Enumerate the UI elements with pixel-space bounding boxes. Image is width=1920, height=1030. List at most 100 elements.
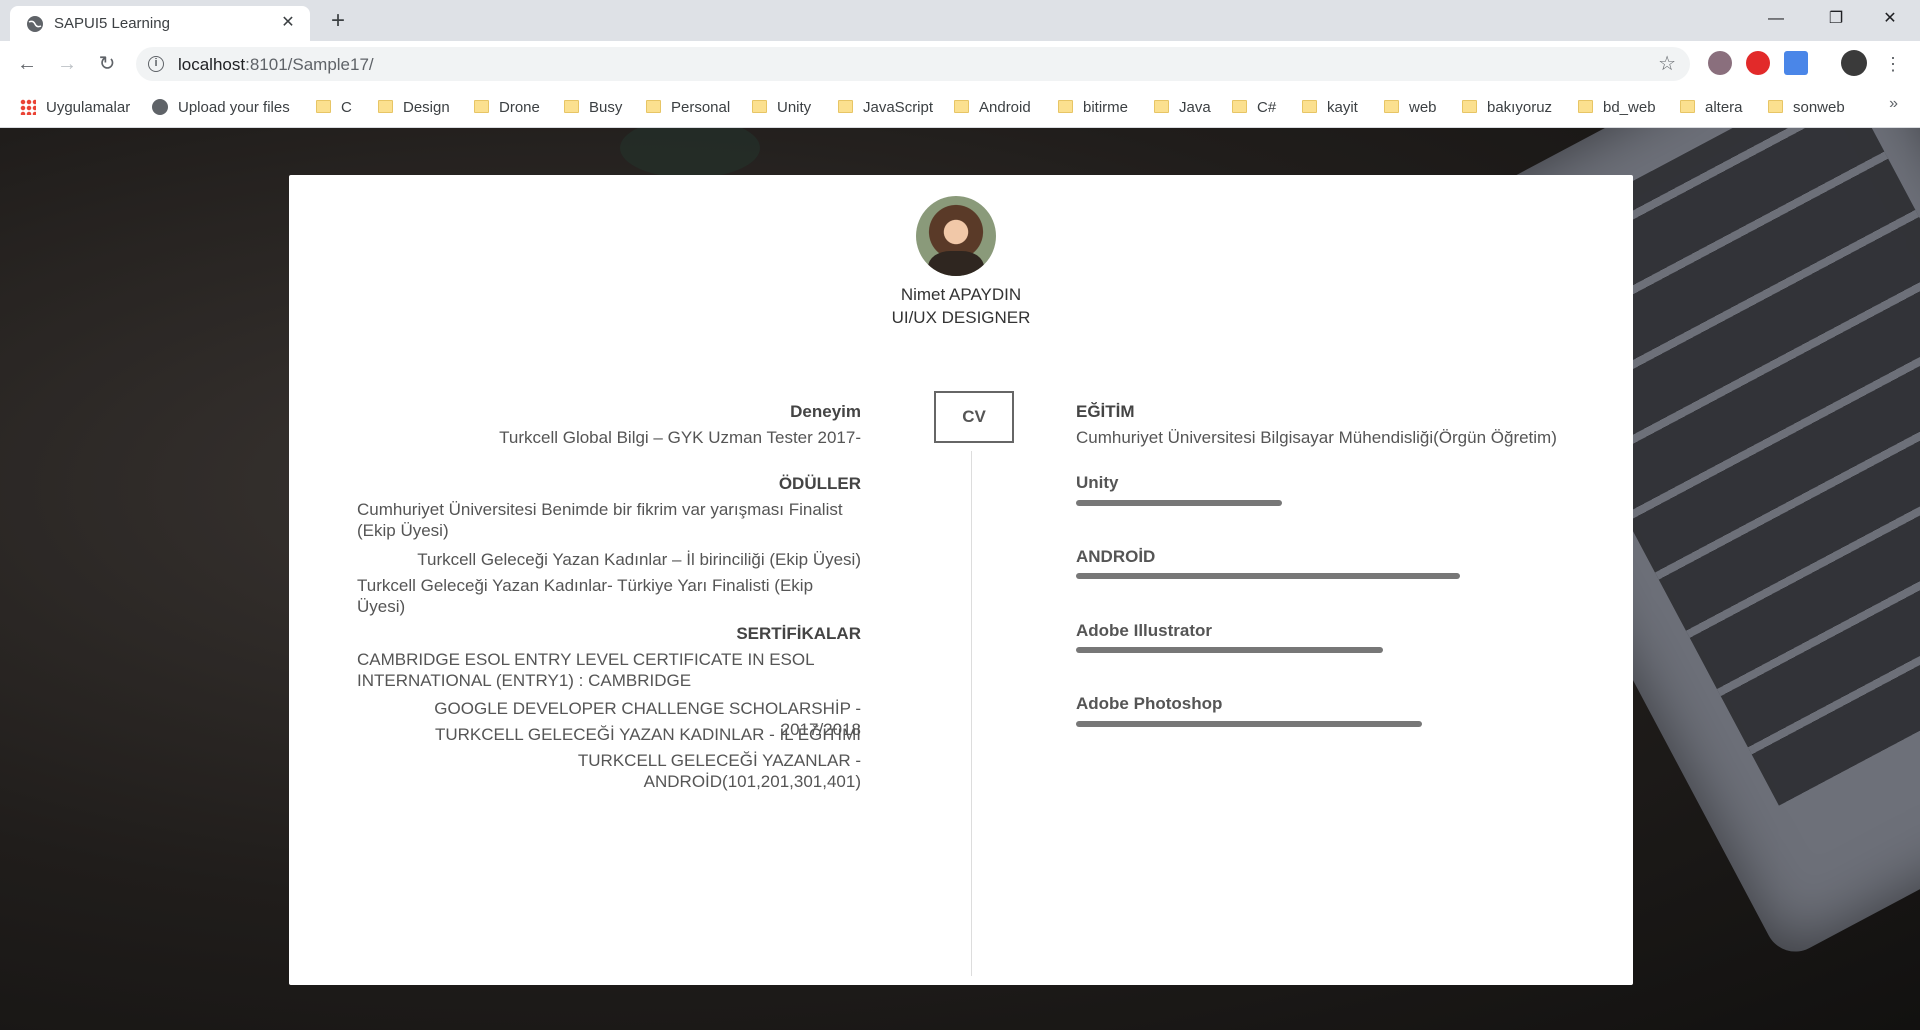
folder-icon — [646, 100, 661, 113]
tab-strip: SAPUI5 Learning ✕ + — ❐ ✕ — [0, 0, 1920, 41]
url-path: :8101/Sample17/ — [245, 55, 374, 74]
tab-title: SAPUI5 Learning — [54, 15, 170, 32]
page-background: Nimet APAYDIN UI/UX DESIGNER Deneyim Tur… — [0, 128, 1920, 1030]
bookmark-folder[interactable]: bakıyoruz — [1462, 97, 1552, 119]
folder-icon — [316, 100, 331, 113]
folder-icon — [378, 100, 393, 113]
bookmark-label: Android — [979, 99, 1031, 116]
folder-icon — [1384, 100, 1399, 113]
address-bar[interactable]: i localhost:8101/Sample17/ ☆ — [136, 47, 1690, 81]
folder-icon — [1578, 100, 1593, 113]
bookmark-label: Drone — [499, 99, 540, 116]
education-heading: EĞİTİM — [1076, 402, 1135, 421]
bookmark-folder[interactable]: altera — [1680, 97, 1743, 119]
folder-icon — [1232, 100, 1247, 113]
avatar — [916, 196, 996, 276]
bookmark-label: JavaScript — [863, 99, 934, 116]
folder-icon — [474, 100, 489, 113]
bookmark-folder[interactable]: C# — [1232, 97, 1276, 119]
folder-icon — [1462, 100, 1477, 113]
bookmark-upload[interactable]: Upload your files — [152, 97, 290, 119]
avatar-figure — [928, 251, 984, 276]
apps-grid-icon — [20, 99, 36, 115]
folder-icon — [752, 100, 767, 113]
skill-bar-unity — [1076, 500, 1282, 506]
awards-heading: ÖDÜLLER — [778, 474, 861, 493]
tab-close-icon[interactable]: ✕ — [278, 13, 298, 33]
bookmark-folder[interactable]: Java — [1154, 97, 1211, 119]
bookmarks-overflow-button[interactable]: » — [1889, 95, 1898, 113]
bookmark-folder[interactable]: Android — [954, 97, 1031, 119]
bookmark-label: altera — [1705, 99, 1743, 116]
info-icon[interactable]: i — [148, 56, 164, 72]
bookmark-star-icon[interactable]: ☆ — [1658, 51, 1676, 76]
bookmark-folder[interactable]: JavaScript — [838, 97, 933, 119]
profile-name: Nimet APAYDIN — [900, 285, 1022, 304]
url-text: localhost:8101/Sample17/ — [178, 55, 374, 75]
cv-card: Nimet APAYDIN UI/UX DESIGNER Deneyim Tur… — [289, 175, 1633, 985]
folder-icon — [1302, 100, 1317, 113]
bookmark-label: bitirme — [1083, 99, 1129, 116]
bookmark-folder[interactable]: sonweb — [1768, 97, 1845, 119]
certificate-item: TURKCELL GELECEĞİ YAZAN KADINLAR - İL EĞ… — [434, 725, 861, 744]
opera-extension-icon[interactable] — [1746, 51, 1770, 75]
experience-item: Turkcell Global Bilgi – GYK Uzman Tester… — [499, 428, 861, 447]
award-item: Turkcell Geleceği Yazan Kadınlar – İl bi… — [417, 550, 861, 569]
bookmark-folder[interactable]: web — [1384, 97, 1437, 119]
extension-icon[interactable] — [1708, 51, 1732, 75]
minimize-button[interactable]: — — [1746, 0, 1806, 41]
bookmark-folder[interactable]: C — [316, 97, 352, 119]
folder-icon — [838, 100, 853, 113]
bookmark-label: sonweb — [1793, 99, 1845, 116]
back-button[interactable]: ← — [12, 49, 42, 79]
bookmark-folder[interactable]: bitirme — [1058, 97, 1128, 119]
folder-icon — [1768, 100, 1783, 113]
globe-icon — [152, 99, 168, 115]
bookmark-label: Design — [403, 99, 450, 116]
skill-label-android: ANDROİD — [1076, 547, 1156, 566]
bookmark-label: bd_web — [1603, 99, 1656, 116]
experience-heading: Deneyim — [790, 402, 861, 421]
profile-title: UI/UX DESIGNER — [891, 308, 1031, 327]
bookmark-folder[interactable]: Unity — [752, 97, 811, 119]
award-item: Turkcell Geleceği Yazan Kadınlar- Türkiy… — [357, 576, 814, 616]
profile-avatar[interactable] — [1841, 50, 1867, 76]
bookmark-label: Busy — [589, 99, 623, 116]
bookmarks-bar: Uygulamalar Upload your files C Design D… — [0, 87, 1920, 128]
folder-icon — [1154, 100, 1169, 113]
new-tab-button[interactable]: + — [324, 8, 352, 36]
forward-button[interactable]: → — [52, 49, 82, 79]
bookmark-label: Personal — [671, 99, 731, 116]
browser-tab[interactable]: SAPUI5 Learning ✕ — [10, 6, 310, 41]
certificate-item: CAMBRIDGE ESOL ENTRY LEVEL CERTIFICATE I… — [357, 650, 814, 690]
translate-icon[interactable] — [1784, 51, 1808, 75]
skill-label-unity: Unity — [1076, 473, 1119, 492]
bookmark-folder[interactable]: kayit — [1302, 97, 1358, 119]
bookmark-label: C# — [1257, 99, 1277, 116]
reload-button[interactable]: ↻ — [92, 49, 122, 79]
bookmark-label: kayit — [1327, 99, 1358, 116]
bookmark-folder[interactable]: Personal — [646, 97, 730, 119]
skill-bar-android — [1076, 573, 1460, 579]
bookmark-folder[interactable]: Drone — [474, 97, 540, 119]
skill-label-illustrator: Adobe Illustrator — [1076, 621, 1213, 640]
restore-button[interactable]: ❐ — [1806, 0, 1866, 41]
close-window-button[interactable]: ✕ — [1860, 0, 1920, 41]
menu-kebab-icon[interactable]: ⋮ — [1878, 49, 1908, 79]
bookmark-folder[interactable]: Design — [378, 97, 450, 119]
bookmark-folder[interactable]: bd_web — [1578, 97, 1656, 119]
folder-icon — [564, 100, 579, 113]
bookmark-label: bakıyoruz — [1487, 99, 1553, 116]
certificate-item: TURKCELL GELECEĞİ YAZANLAR - ANDROİD(101… — [577, 751, 861, 791]
award-item: Cumhuriyet Üniversitesi Benimde bir fikr… — [357, 500, 843, 540]
bookmark-folder[interactable]: Busy — [564, 97, 622, 119]
skill-bar-photoshop — [1076, 721, 1422, 727]
background-plant — [620, 128, 760, 178]
folder-icon — [1058, 100, 1073, 113]
browser-toolbar: ← → ↻ i localhost:8101/Sample17/ ☆ ⋮ — [0, 41, 1920, 87]
globe-icon — [27, 16, 43, 32]
bookmark-apps[interactable]: Uygulamalar — [20, 97, 130, 119]
bookmark-label: Java — [1179, 99, 1211, 116]
folder-icon — [1680, 100, 1695, 113]
skill-label-photoshop: Adobe Photoshop — [1076, 694, 1223, 713]
